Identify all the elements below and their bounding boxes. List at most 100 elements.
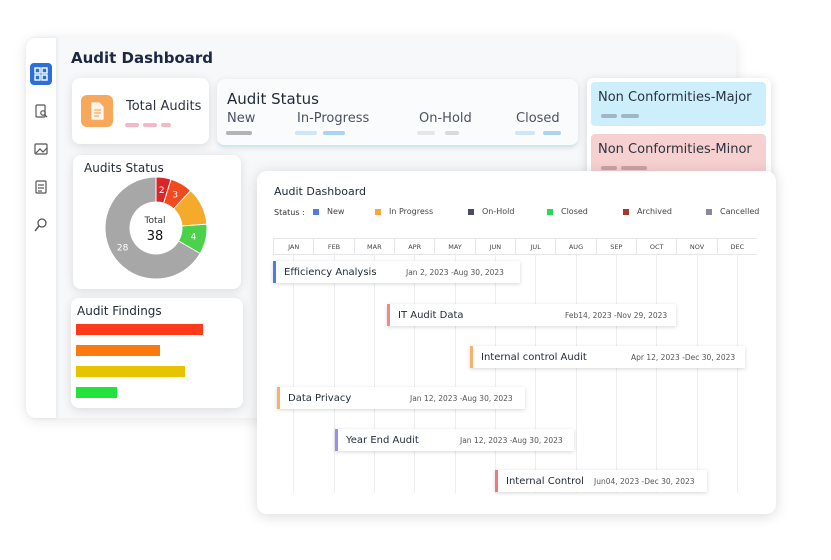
gantt-task-dates: Apr 12, 2023 -Dec 30, 2023 — [631, 352, 736, 362]
donut-slice-label: 2 — [159, 186, 165, 196]
placeholder-pill — [417, 131, 435, 135]
gantt-task-bar[interactable]: Year End Audit Jan 12, 2023 -Aug 30, 2023 — [335, 429, 574, 451]
grid-line — [414, 253, 416, 493]
gantt-task-name: Internal control Audit — [481, 351, 587, 363]
gantt-task-name: Year End Audit — [346, 434, 419, 446]
gantt-task-name: IT Audit Data — [398, 309, 464, 321]
donut-hole — [130, 202, 182, 254]
image-report-icon[interactable] — [30, 138, 52, 160]
finding-bar — [76, 387, 117, 398]
audit-findings-card: Audit Findings — [71, 298, 243, 408]
magnifier-icon[interactable] — [30, 214, 52, 236]
audit-gantt-card: Audit Dashboard Status : New In Progress O… — [257, 171, 776, 514]
gantt-task-bar[interactable]: IT Audit Data Feb14, 2023 -Nov 29, 2023 — [387, 304, 676, 326]
total-audits-label: Total Audits — [126, 99, 202, 114]
grid-line — [615, 253, 617, 493]
legend-label: Cancelled — [720, 207, 760, 216]
gantt-title: Audit Dashboard — [274, 185, 367, 198]
placeholder-pill — [445, 131, 459, 135]
page-title: Audit Dashboard — [71, 49, 214, 67]
legend-item: Archived — [623, 207, 672, 216]
gantt-task-name: Internal Control — [506, 475, 584, 487]
legend-label: In Progress — [389, 207, 434, 216]
finding-bar — [76, 366, 185, 377]
legend-item: On-Hold — [468, 207, 514, 216]
gantt-task-bar[interactable]: Internal Control Jun04, 2023 -Dec 30, 202… — [495, 470, 707, 492]
month-label: JUL — [515, 239, 555, 254]
donut-center-value: 38 — [147, 229, 164, 244]
legend-item: Closed — [547, 207, 588, 216]
placeholder-pill — [143, 123, 157, 127]
legend-swatch — [468, 208, 474, 215]
month-header: JAN FEB MAR APR MAY JUN JUL AUG SEP OCT NOV DEC — [273, 238, 757, 255]
placeholder-pill — [601, 166, 617, 170]
audit-status-title: Audit Status — [227, 90, 319, 108]
placeholder-pill — [621, 166, 647, 170]
gantt-task-name: Data Privacy — [288, 392, 352, 404]
non-conformities-major[interactable]: Non Conformities-Major — [591, 82, 766, 126]
gantt-task-dates: Jan 12, 2023 -Aug 30, 2023 — [410, 393, 513, 403]
sidebar — [26, 38, 56, 418]
month-label: APR — [394, 239, 434, 254]
legend-item: New — [313, 207, 344, 216]
donut-slice-label: 28 — [117, 243, 129, 253]
status-in-progress-label: In-Progress — [297, 111, 370, 126]
total-audits-card[interactable]: Total Audits — [72, 78, 209, 144]
clipboard-search-icon[interactable] — [30, 100, 52, 122]
month-label: DEC — [716, 239, 757, 254]
placeholder-pill — [226, 131, 252, 135]
audit-findings-title: Audit Findings — [77, 304, 162, 318]
placeholder-pill — [161, 123, 171, 127]
month-label: SEP — [595, 239, 636, 254]
nc-minor-label: Non Conformities-Minor — [598, 142, 752, 157]
gantt-task-name: Efficiency Analysis — [284, 266, 377, 278]
placeholder-pill — [543, 131, 561, 135]
finding-bar — [76, 345, 160, 356]
placeholder-pill — [295, 131, 317, 135]
grid-line — [656, 253, 658, 493]
grid-line — [736, 253, 738, 493]
grid-line — [494, 253, 496, 493]
grid-line — [373, 253, 375, 493]
gantt-task-dates: Jan 12, 2023 -Aug 30, 2023 — [460, 435, 563, 445]
gantt-task-dates: Jan 2, 2023 -Aug 30, 2023 — [406, 267, 504, 277]
non-conformities-card: Non Conformities-Major Non Conformities-… — [587, 78, 771, 182]
donut-slice-label: 4 — [191, 233, 197, 243]
gantt-task-dates: Jun04, 2023 -Dec 30, 2023 — [594, 476, 695, 486]
gantt-task-bar[interactable]: Efficiency Analysis Jan 2, 2023 -Aug 30, … — [273, 261, 520, 283]
placeholder-pill — [515, 131, 535, 135]
legend-swatch — [623, 208, 629, 215]
gantt-task-dates: Feb14, 2023 -Nov 29, 2023 — [565, 310, 668, 320]
audits-status-card: Audits Status 2 3 4 28 Total 38 — [73, 155, 241, 289]
legend-item: Cancelled — [706, 207, 759, 216]
month-label: MAY — [434, 239, 474, 254]
donut-center-label: Total — [143, 216, 165, 226]
legend-label: Archived — [637, 207, 673, 216]
month-label: AUG — [555, 239, 595, 254]
grid-line — [535, 253, 537, 493]
legend-swatch — [375, 208, 381, 215]
gantt-task-bar[interactable]: Internal control Audit Apr 12, 2023 -Dec … — [470, 346, 745, 368]
placeholder-pill — [125, 123, 139, 127]
audit-status-card: Audit Status New In-Progress On-Hold Clo… — [217, 79, 578, 147]
legend-label: New — [327, 207, 345, 216]
grid-line — [293, 253, 295, 493]
month-label: JUN — [474, 239, 515, 254]
finding-bar — [76, 324, 203, 335]
month-label: MAR — [353, 239, 394, 254]
grid-line — [454, 253, 456, 493]
audits-status-donut-chart: 2 3 4 28 Total 38 — [104, 176, 208, 280]
legend-swatch — [706, 208, 712, 215]
document-icon — [81, 95, 113, 127]
status-prefix: Status : — [274, 208, 305, 217]
status-closed-label: Closed — [516, 111, 560, 126]
month-label: OCT — [636, 239, 676, 254]
grid-line — [696, 253, 698, 493]
nc-major-label: Non Conformities-Major — [598, 90, 752, 105]
legend-swatch — [313, 208, 319, 215]
month-label: NOV — [676, 239, 716, 254]
dashboard-grid-icon[interactable] — [30, 63, 52, 85]
gantt-task-bar[interactable]: Data Privacy Jan 12, 2023 -Aug 30, 2023 — [277, 387, 525, 409]
grid-line — [575, 253, 577, 493]
checklist-icon[interactable] — [30, 176, 52, 198]
